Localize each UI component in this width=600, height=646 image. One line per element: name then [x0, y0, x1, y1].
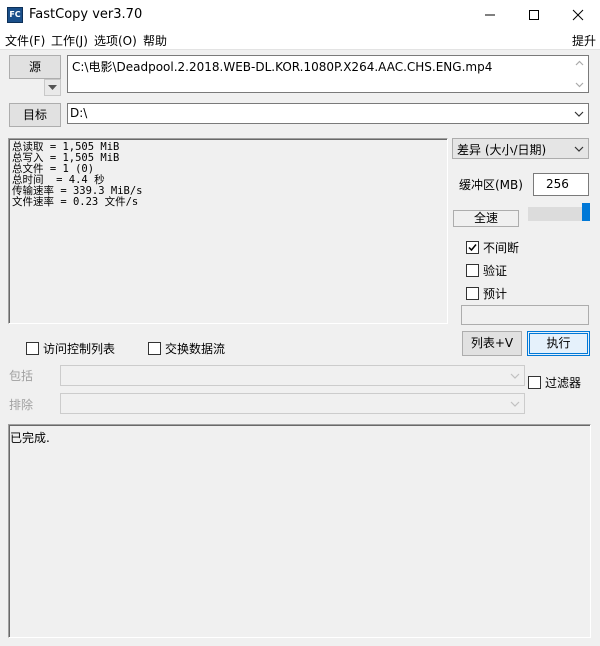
scroll-down-icon[interactable] [575, 80, 584, 89]
execute-label: 执行 [546, 336, 571, 350]
triangle-down-icon [48, 85, 57, 90]
mode-selected-text: 差异 (大小/日期) [457, 143, 547, 157]
stats-panel: 总读取 = 1,505 MiB 总写入 = 1,505 MiB 总文件 = 1 … [8, 138, 448, 324]
target-path-text: D:\ [70, 106, 88, 120]
menu-bar: 文件(F) 工作(J) 选项(O) 帮助 提升 [0, 30, 600, 50]
verify-label: 验证 [483, 264, 508, 278]
source-button[interactable]: 源 [9, 55, 61, 79]
no-interrupt-label: 不间断 [483, 241, 520, 255]
chevron-down-icon [574, 146, 584, 152]
buffer-size-value: 256 [546, 177, 569, 191]
window-title: FastCopy ver3.70 [29, 7, 143, 22]
fastcopy-app-icon: FC [7, 7, 23, 23]
checkbox-box[interactable] [466, 287, 479, 300]
title-bar: FC FastCopy ver3.70 [0, 0, 600, 30]
include-filter-input[interactable] [60, 365, 525, 386]
list-button[interactable]: 列表+V [462, 331, 522, 356]
source-path-text: C:\电影\Deadpool.2.2018.WEB-DL.KOR.1080P.X… [72, 60, 493, 74]
buffer-label: 缓冲区(MB) [459, 178, 523, 192]
slider-track [528, 207, 590, 221]
menu-help[interactable]: 帮助 [143, 32, 167, 49]
buffer-size-input[interactable]: 256 [533, 173, 589, 196]
target-button[interactable]: 目标 [9, 103, 61, 127]
exclude-filter-input[interactable] [60, 393, 525, 414]
status-text: 已完成. [10, 431, 50, 445]
stats-line: 文件速率 = 0.23 文件/s [12, 196, 139, 208]
menu-elevate[interactable]: 提升 [572, 32, 596, 49]
exclude-label: 排除 [9, 398, 34, 412]
close-icon [572, 9, 584, 21]
source-path-field[interactable]: C:\电影\Deadpool.2.2018.WEB-DL.KOR.1080P.X… [67, 55, 589, 93]
close-button[interactable] [556, 0, 600, 30]
menu-options[interactable]: 选项(O) [94, 32, 137, 49]
chevron-down-icon[interactable] [574, 109, 584, 119]
checkmark-icon [468, 244, 477, 252]
scroll-up-icon[interactable] [575, 59, 584, 68]
progress-area [461, 305, 589, 325]
checkbox-box[interactable] [148, 342, 161, 355]
menu-job[interactable]: 工作(J) [51, 32, 88, 49]
chevron-down-icon [510, 401, 520, 407]
execute-button[interactable]: 执行 [527, 331, 590, 356]
speed-slider[interactable] [528, 203, 590, 221]
speed-label: 全速 [453, 210, 519, 227]
checkbox-box[interactable] [528, 376, 541, 389]
mode-select[interactable]: 差异 (大小/日期) [452, 138, 589, 159]
chevron-down-icon [510, 373, 520, 379]
minimize-icon [485, 14, 495, 16]
filter-label: 过滤器 [545, 376, 582, 390]
acl-label: 访问控制列表 [43, 342, 116, 356]
menu-file[interactable]: 文件(F) [5, 32, 45, 49]
checkbox-box[interactable] [466, 241, 479, 254]
include-label: 包括 [9, 369, 34, 383]
status-panel: 已完成. [8, 424, 591, 638]
minimize-button[interactable] [468, 0, 512, 30]
maximize-icon [529, 10, 539, 20]
source-history-dropdown[interactable] [44, 79, 61, 96]
alternate-stream-label: 交换数据流 [165, 342, 226, 356]
maximize-button[interactable] [512, 0, 556, 30]
estimate-label: 预计 [483, 287, 508, 301]
checkbox-box[interactable] [26, 342, 39, 355]
target-path-field[interactable]: D:\ [67, 103, 589, 124]
checkbox-box[interactable] [466, 264, 479, 277]
slider-thumb[interactable] [582, 203, 590, 221]
